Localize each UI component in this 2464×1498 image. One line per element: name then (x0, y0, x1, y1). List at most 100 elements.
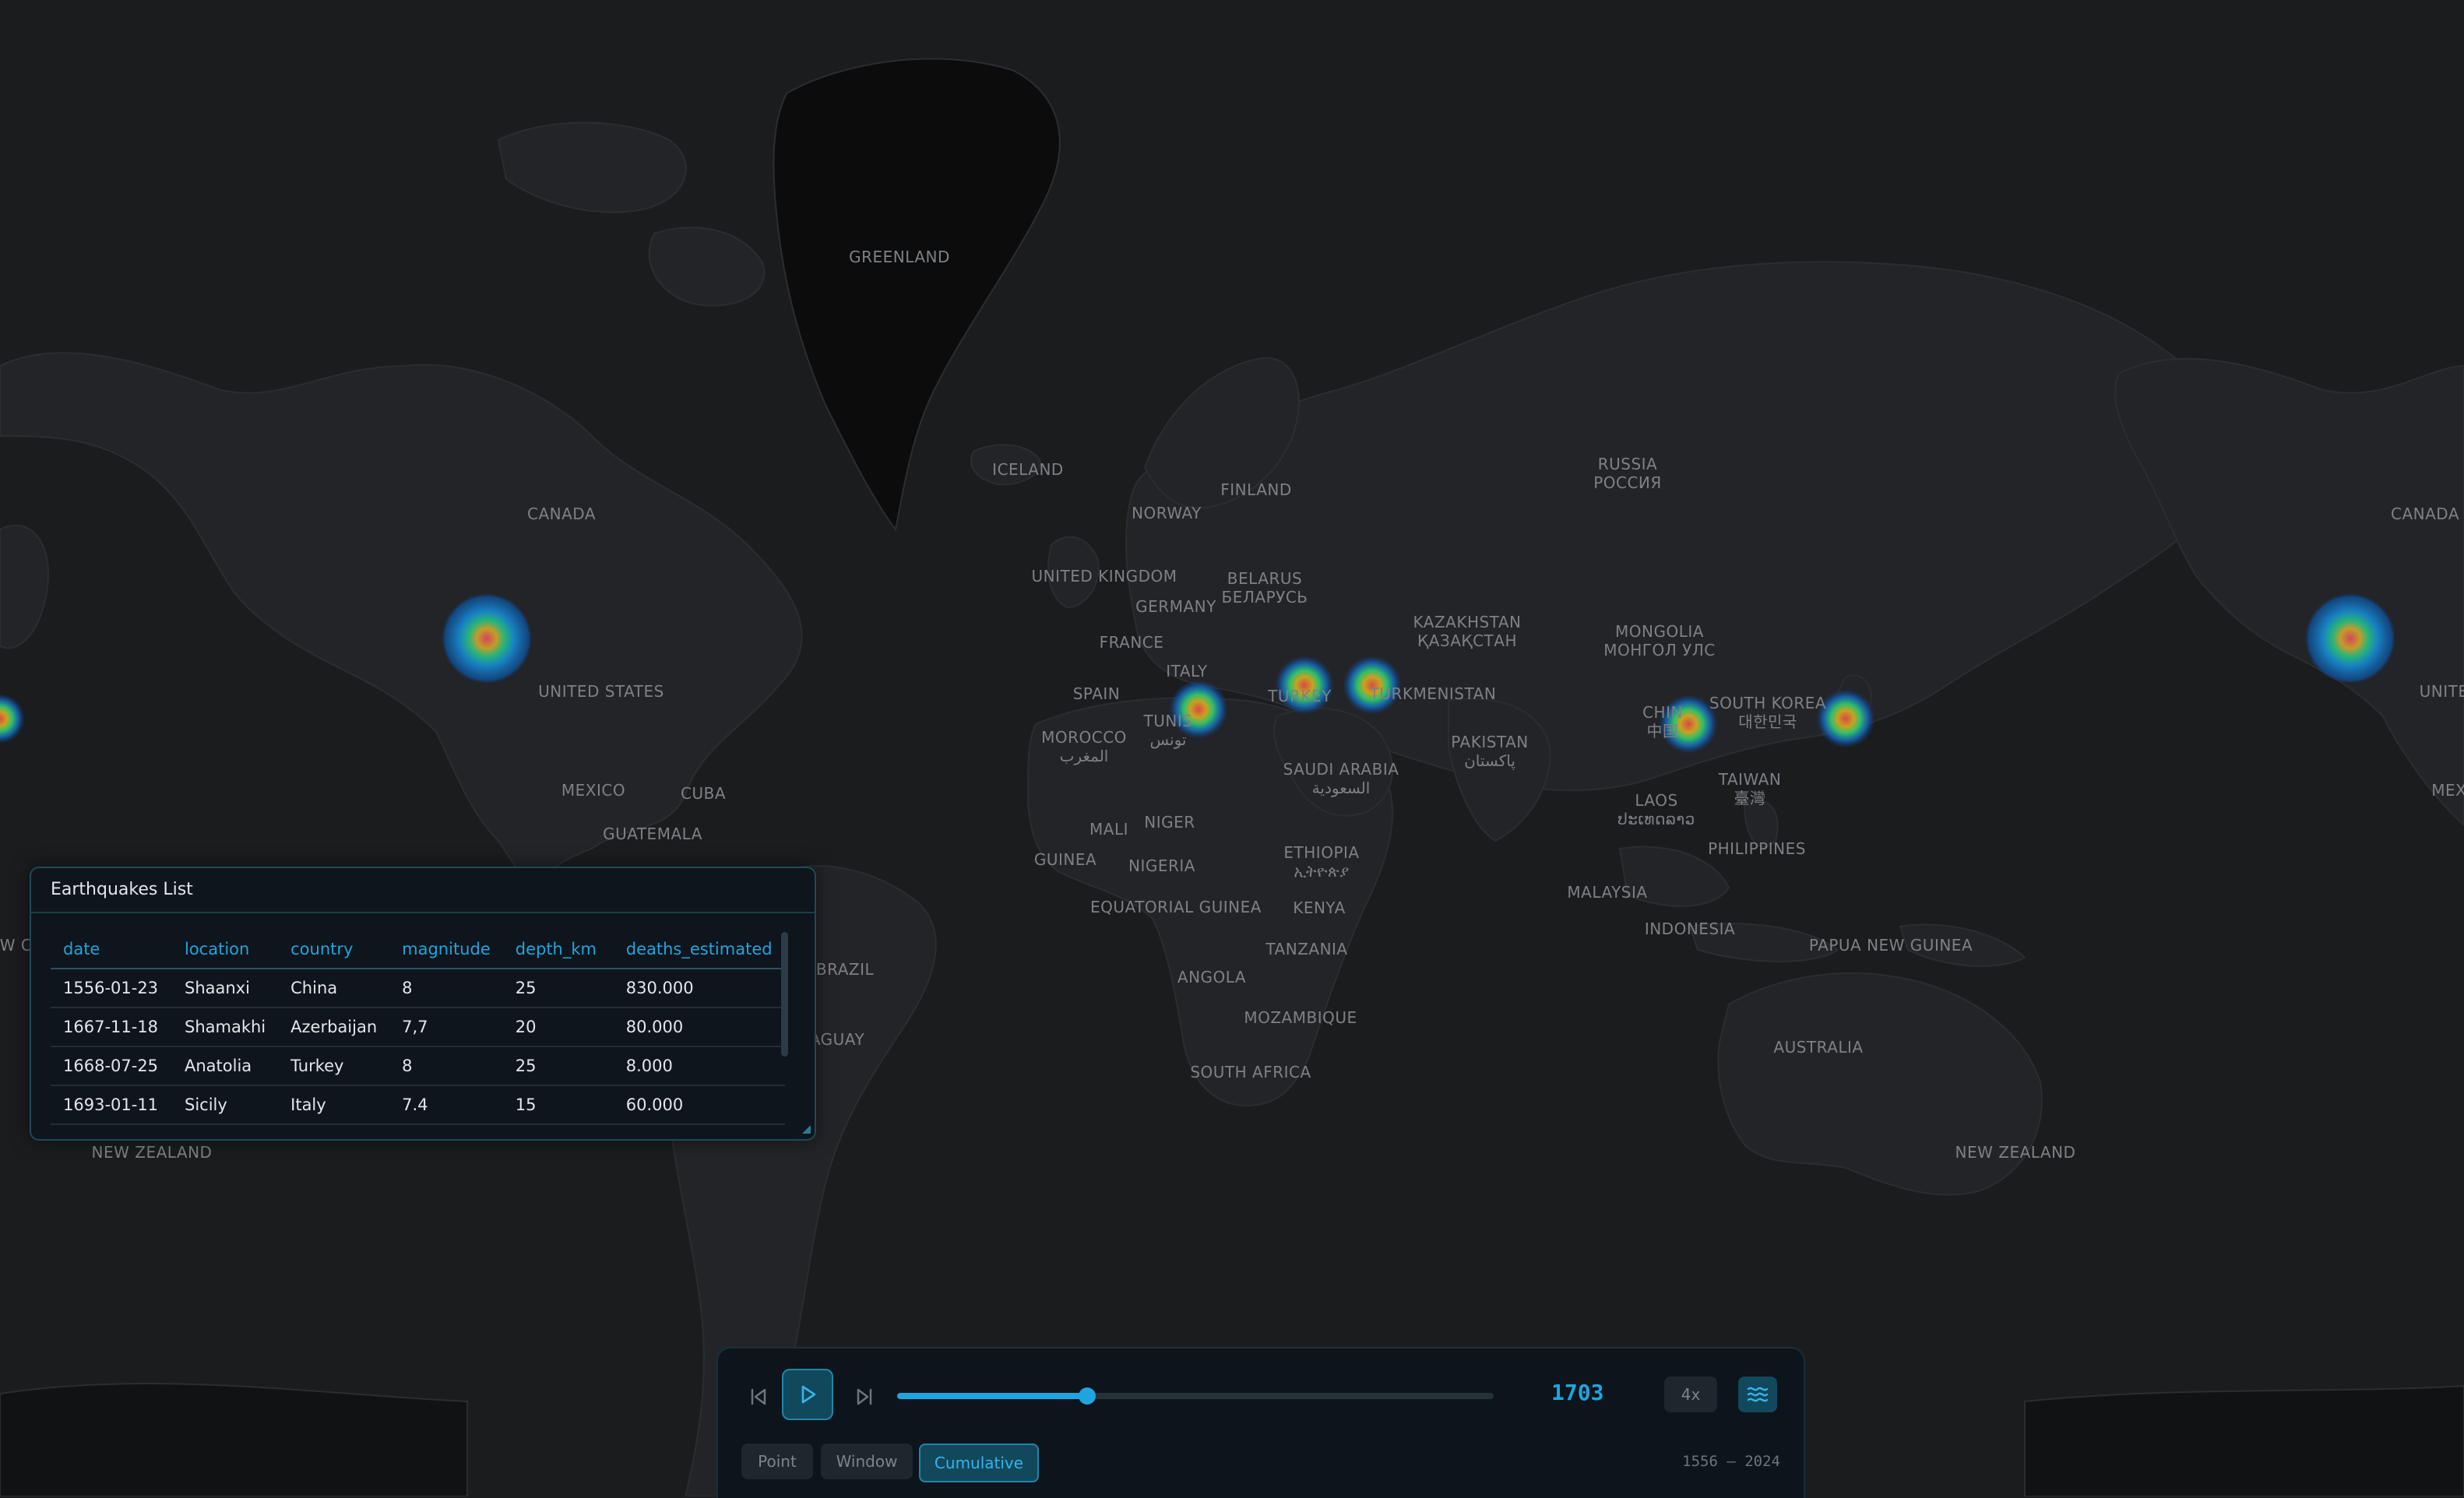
table-cell-country: Italy (278, 1085, 390, 1125)
current-year: 1703 (1551, 1380, 1604, 1405)
map-label-guinea: GUINEA (1033, 850, 1097, 869)
table-cell-magnitude: 7,7 (389, 1007, 503, 1047)
mode-cumulative-button[interactable]: Cumulative (919, 1443, 1039, 1482)
map-label-italy: ITALY (1166, 662, 1208, 680)
column-header-country[interactable]: country (278, 930, 390, 969)
table-cell-location: Sicily (172, 1085, 279, 1125)
map-label-mozambique: MOZAMBIQUE (1244, 1008, 1357, 1027)
table-row[interactable]: 1667-11-18 Shamakhi Azerbaijan 7,7 20 80.000 (51, 1007, 785, 1047)
timeline-slider[interactable] (897, 1387, 1494, 1405)
heatmap-toggle-button[interactable] (1738, 1377, 1777, 1412)
earthquakes-table: date location country magnitude depth_km… (51, 930, 785, 1125)
table-cell-deaths_estimated: 830.000 (613, 969, 785, 1008)
map-label-iceland: ICELAND (992, 460, 1064, 479)
map-label-united-kingdom: UNITED KINGDOM (1031, 567, 1177, 585)
map-label-russia: RUSSIA РОССИЯ (1593, 455, 1662, 492)
marker-us-west[interactable] (442, 593, 532, 684)
table-cell-depth_km: 15 (502, 1085, 614, 1125)
column-header-deaths[interactable]: deaths_estimated (613, 930, 785, 969)
marker-anatolia[interactable] (1275, 656, 1334, 715)
table-cell-date: 1668-07-25 (51, 1046, 172, 1086)
map-label-brazil: BRAZIL (815, 960, 875, 979)
map-label-papua-new-guinea: PAPUA NEW GUINEA (1808, 936, 1973, 955)
map-label-turkey: TURKEY (1268, 687, 1332, 705)
table-row[interactable]: 1693-01-11 Sicily Italy 7.4 15 60.000 (51, 1085, 785, 1125)
table-cell-location: Shaanxi (172, 969, 279, 1008)
map-label-china: CHIN 中国 (1642, 703, 1683, 740)
map-label-ethiopia: ETHIOPIA ኢትዮጵያ (1283, 843, 1360, 881)
map-label-mongolia: MONGOLIA МОНГОЛ УЛС (1603, 622, 1716, 659)
table-cell-deaths_estimated: 80.000 (613, 1007, 785, 1047)
year-range-label: 1556 — 2024 (1682, 1453, 1780, 1470)
skip-back-button[interactable] (741, 1380, 776, 1414)
map-label-tunisia: TUNIS تونس (1143, 712, 1193, 749)
column-header-location[interactable]: location (172, 930, 279, 969)
table-cell-date: 1693-01-11 (51, 1085, 172, 1125)
timeline-progress (897, 1393, 1088, 1399)
speed-button[interactable]: 4x (1664, 1377, 1717, 1412)
table-row[interactable]: 1556-01-23 Shaanxi China 8 25 830.000 (51, 969, 785, 1008)
map-label-equatorial-guinea: EQUATORIAL GUINEA (1090, 898, 1262, 916)
map-label-cuba: CUBA (680, 784, 727, 803)
map-label-new-c: EW C (0, 936, 33, 955)
skip-forward-icon (857, 1388, 872, 1405)
table-cell-country: Turkey (278, 1046, 390, 1086)
map-label-guatemala: GUATEMALA (603, 825, 702, 843)
table-row[interactable]: 1668-07-25 Anatolia Turkey 8 25 8.000 (51, 1046, 785, 1086)
map-label-niger: NIGER (1144, 813, 1195, 832)
table-cell-deaths_estimated: 8.000 (613, 1046, 785, 1086)
map-label-canada: CANADA (526, 505, 597, 523)
table-cell-depth_km: 20 (502, 1007, 614, 1047)
map-label-kenya: KENYA (1293, 898, 1346, 917)
map-label-south-africa: SOUTH AFRICA (1190, 1063, 1311, 1081)
map-label-tanzania: TANZANIA (1265, 940, 1348, 958)
earthquakes-table-body: 1556-01-23 Shaanxi China 8 25 830.000 1667-11-… (51, 969, 785, 1125)
map-label-paraguay: AGUAY (809, 1030, 865, 1049)
table-cell-date: 1667-11-18 (51, 1007, 172, 1047)
mode-window-button[interactable]: Window (821, 1443, 913, 1479)
map-label-finland: FINLAND (1220, 480, 1292, 499)
table-cell-depth_km: 25 (502, 969, 614, 1008)
map-label-mexico-right: MEXI (2431, 781, 2464, 800)
earthquakes-list-panel[interactable]: Earthquakes List date location country m… (30, 867, 816, 1141)
column-header-date[interactable]: date (51, 930, 172, 969)
mode-point-button[interactable]: Point (741, 1443, 813, 1479)
table-cell-magnitude: 8 (389, 969, 503, 1008)
play-icon (801, 1385, 816, 1404)
map-label-morocco: MOROCCO المغرب (1041, 728, 1127, 765)
heatmap-waves-icon (1747, 1387, 1769, 1402)
panel-resize-handle[interactable] (802, 1125, 811, 1134)
skip-forward-button[interactable] (847, 1380, 882, 1414)
world-map[interactable] (0, 0, 2464, 1496)
map-label-new-zealand: NEW ZEALAND (91, 1143, 213, 1162)
map-label-united-states: UNITED STATES (538, 682, 664, 701)
map-label-south-korea: SOUTH KOREA 대한민국 (1709, 694, 1827, 731)
column-header-magnitude[interactable]: magnitude (389, 930, 503, 969)
table-cell-location: Anatolia (172, 1046, 279, 1086)
map-label-saudi-arabia: SAUDI ARABIA السعودية (1283, 760, 1399, 797)
map-label-greenland: GREENLAND (849, 248, 950, 266)
table-header-row: date location country magnitude depth_km… (51, 930, 785, 969)
map-label-indonesia: INDONESIA (1644, 920, 1736, 938)
table-cell-magnitude: 7.4 (389, 1085, 503, 1125)
map-label-new-zealand-right: NEW ZEALAND (1955, 1143, 2076, 1162)
map-label-angola: ANGOLA (1177, 968, 1247, 986)
table-cell-magnitude: 8 (389, 1046, 503, 1086)
play-button[interactable] (782, 1369, 833, 1420)
table-scrollbar[interactable] (781, 932, 788, 1057)
map-label-malaysia: MALAYSIA (1567, 883, 1648, 902)
column-header-depth[interactable]: depth_km (502, 930, 614, 969)
map-label-nigeria: NIGERIA (1128, 856, 1195, 875)
skip-back-icon (751, 1388, 766, 1405)
map-label-norway: NORWAY (1132, 504, 1202, 522)
timeline-handle[interactable] (1079, 1387, 1096, 1405)
table-cell-country: China (278, 969, 390, 1008)
map-label-canada-right: CANADA (2390, 505, 2460, 523)
map-label-spain: SPAIN (1072, 684, 1121, 703)
map-label-united-states-right: UNITED (2419, 682, 2464, 701)
map-label-kazakhstan: KAZAKHSTAN ҚАЗАҚСТАН (1413, 613, 1522, 650)
table-cell-country: Azerbaijan (278, 1007, 390, 1047)
marker-us-west-wrap[interactable] (2305, 593, 2395, 684)
playback-controls: 1703 4x Point Window Cumulative 1556 — 2… (716, 1347, 1805, 1498)
earthquakes-table-container[interactable]: date location country magnitude depth_km… (51, 930, 814, 1139)
